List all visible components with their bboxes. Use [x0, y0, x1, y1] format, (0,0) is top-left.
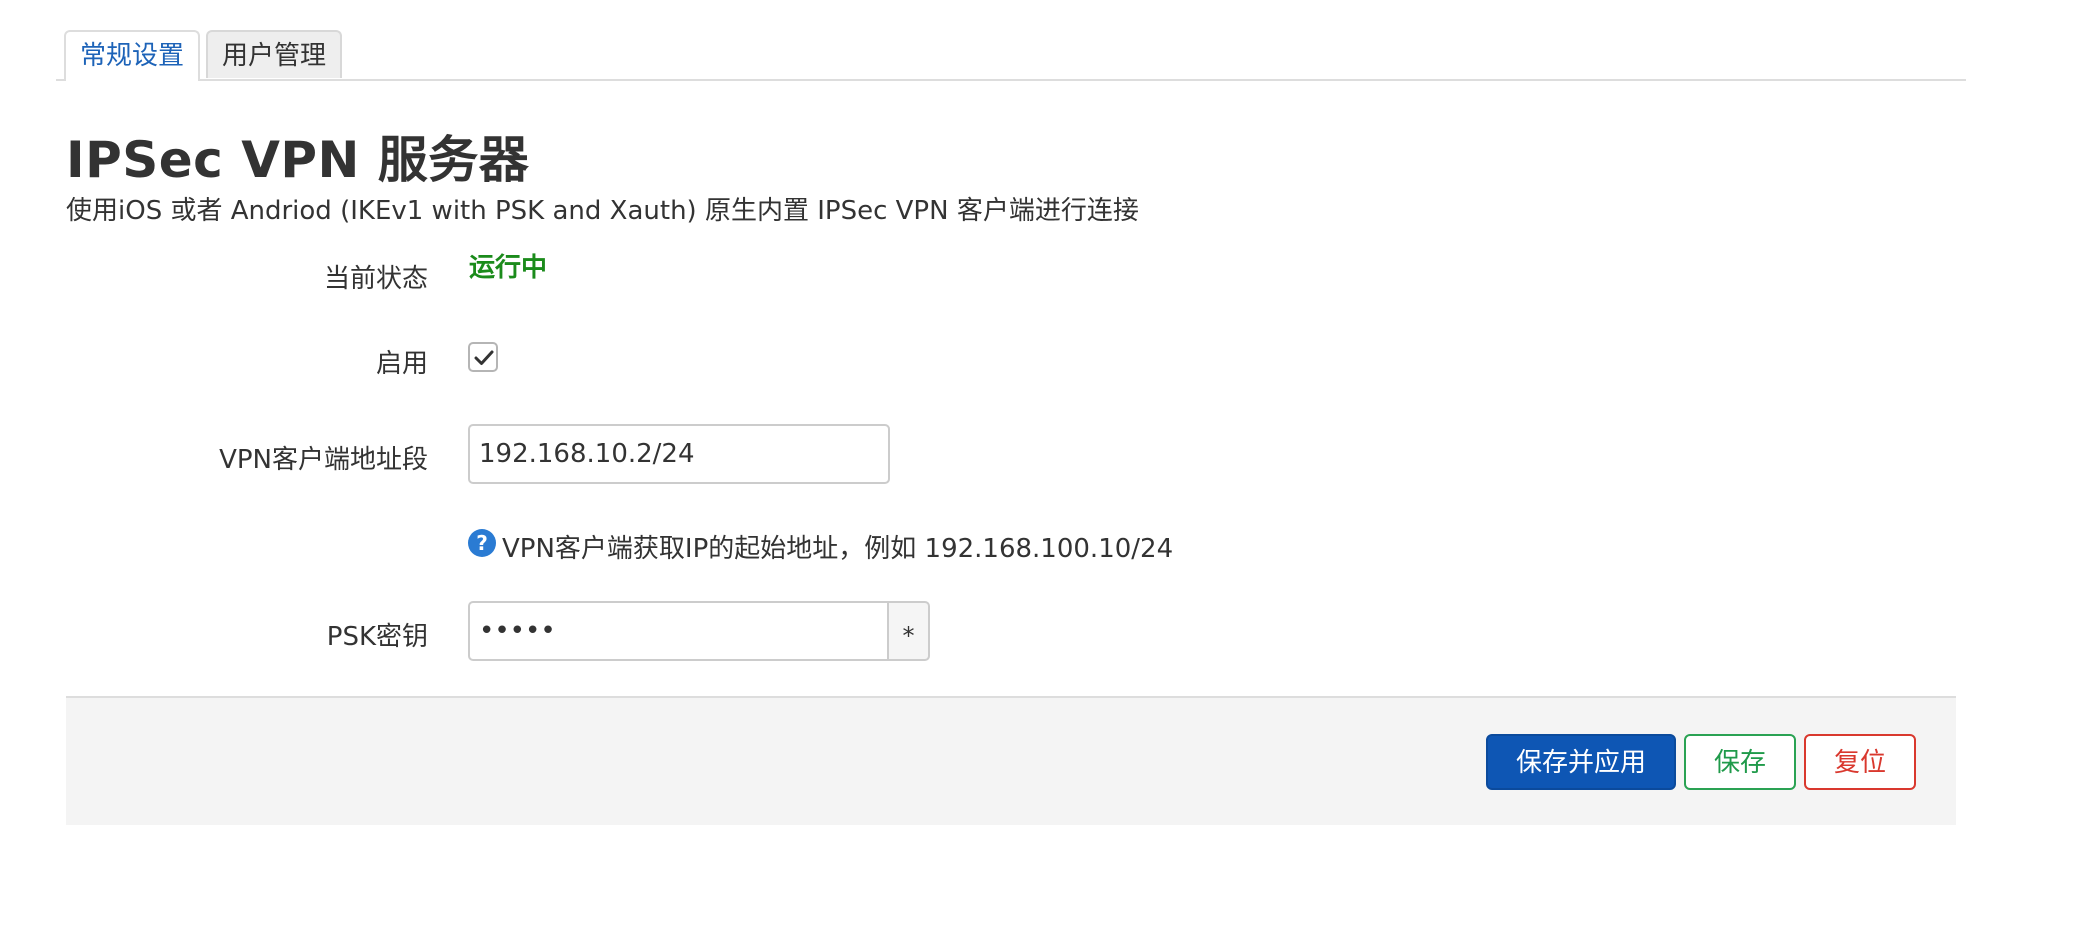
reset-button[interactable]: 复位 — [1804, 734, 1916, 790]
tab-general-settings[interactable]: 常规设置 — [64, 30, 201, 81]
client-range-hint-text: VPN客户端获取IP的起始地址，例如 192.168.100.10/24 — [502, 534, 1174, 564]
question-icon: ? — [468, 528, 496, 557]
tab-user-management[interactable]: 用户管理 — [206, 30, 343, 78]
checkmark-icon — [474, 350, 494, 365]
enable-checkbox[interactable] — [468, 342, 498, 372]
client-range-hint: ? VPN客户端获取IP的起始地址，例如 192.168.100.10/24 — [468, 528, 1173, 565]
psk-label: PSK密钥 — [326, 622, 428, 652]
status-label: 当前状态 — [323, 264, 428, 294]
action-bar: 保存并应用 保存 复位 — [66, 696, 1956, 825]
page-description: 使用iOS 或者 Andriod (IKEv1 with PSK and Xau… — [66, 196, 1139, 226]
psk-input[interactable] — [468, 601, 889, 661]
save-button[interactable]: 保存 — [1684, 734, 1796, 790]
page-title: IPSec VPN 服务器 — [66, 131, 530, 189]
ipsec-vpn-page: 常规设置 用户管理 IPSec VPN 服务器 使用iOS 或者 Andriod… — [0, 0, 2080, 944]
psk-field-group: * — [468, 601, 930, 661]
status-value: 运行中 — [469, 253, 548, 283]
client-range-label: VPN客户端地址段 — [219, 445, 428, 475]
enable-label: 启用 — [375, 349, 428, 379]
tab-bar: 常规设置 用户管理 — [56, 30, 1966, 81]
save-apply-button[interactable]: 保存并应用 — [1486, 734, 1676, 790]
client-range-input[interactable] — [468, 424, 890, 484]
reveal-password-button[interactable]: * — [887, 601, 930, 661]
